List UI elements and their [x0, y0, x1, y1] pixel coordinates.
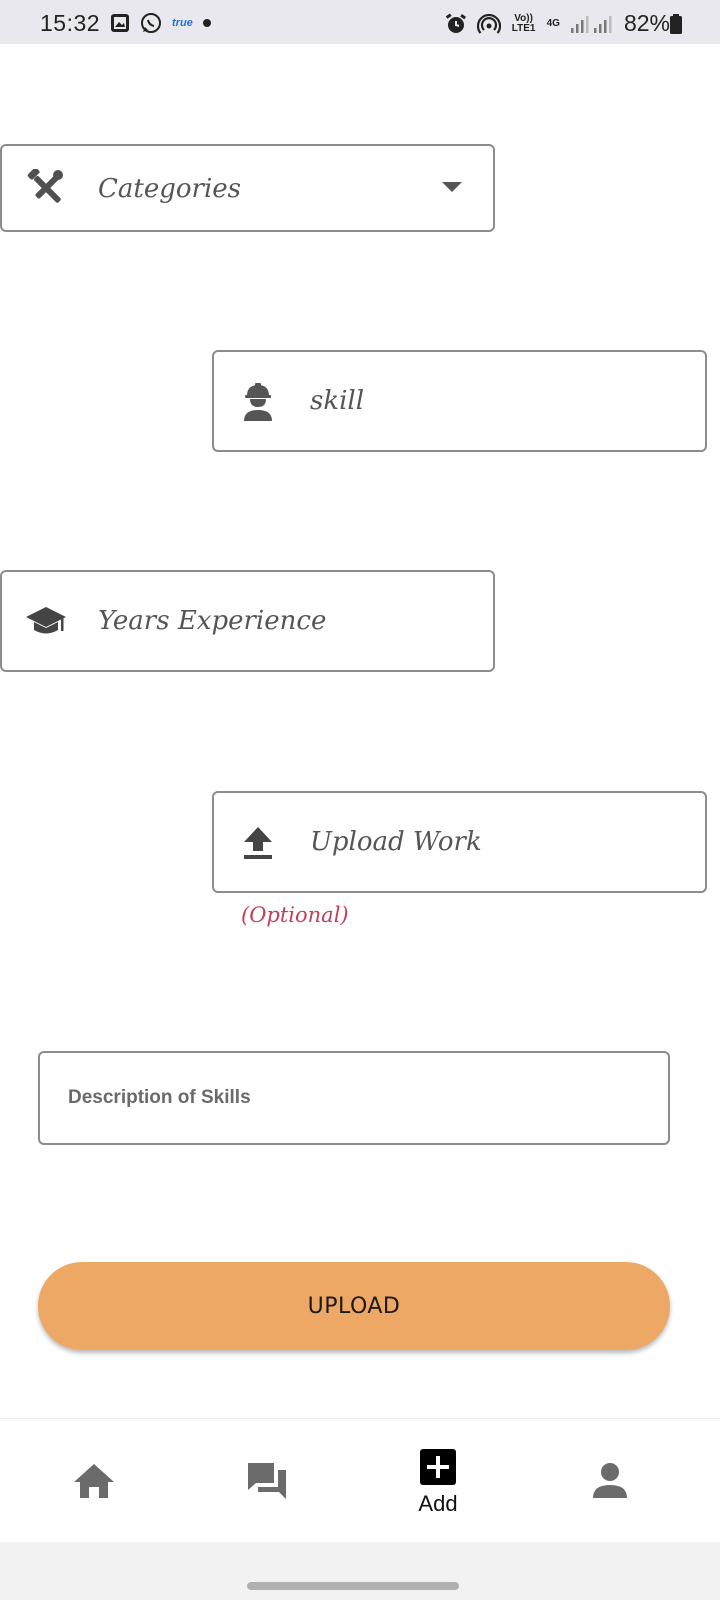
- description-input[interactable]: [40, 1053, 668, 1143]
- worker-icon: [238, 382, 278, 422]
- nav-add[interactable]: Add: [418, 1447, 458, 1517]
- status-bar: 15:32 true Vo)) LTE1 4G 82%: [0, 0, 720, 44]
- gesture-handle[interactable]: [247, 1582, 459, 1590]
- chevron-down-icon: [442, 182, 462, 192]
- upload-icon: [238, 823, 278, 863]
- nav-profile[interactable]: [590, 1461, 630, 1501]
- categories-dropdown[interactable]: Categories: [0, 144, 495, 232]
- description-field[interactable]: [38, 1051, 670, 1145]
- years-experience-label: Years Experience: [98, 606, 327, 636]
- upload-button[interactable]: UPLOAD: [38, 1262, 670, 1350]
- whatsapp-icon: [141, 13, 161, 33]
- upload-work-label: Upload Work: [310, 827, 482, 857]
- skill-label: skill: [310, 386, 365, 416]
- optional-note: (Optional): [241, 903, 349, 927]
- battery-percent: 82%: [623, 10, 670, 36]
- skill-field[interactable]: skill: [212, 350, 707, 452]
- system-nav-area: [0, 1542, 720, 1600]
- nav-add-label: Add: [418, 1491, 458, 1516]
- hotspot-icon: [476, 13, 501, 34]
- graduation-cap-icon: [26, 602, 66, 642]
- status-time: 15:32: [40, 10, 101, 36]
- battery-icon: [670, 14, 682, 34]
- status-right-icons: Vo)) LTE1 4G 82%: [445, 10, 670, 37]
- volte-indicator: Vo)) LTE1: [511, 12, 536, 34]
- years-experience-field[interactable]: Years Experience: [0, 570, 495, 672]
- add-box-icon: [420, 1449, 456, 1485]
- chat-icon: [248, 1463, 286, 1499]
- categories-label: Categories: [98, 174, 241, 204]
- person-icon: [593, 1463, 627, 1498]
- alarm-icon: [445, 12, 466, 33]
- bottom-nav: Add: [0, 1418, 720, 1543]
- signal-icon: [570, 15, 612, 33]
- nav-chat[interactable]: [246, 1459, 290, 1501]
- tools-icon: [26, 168, 66, 208]
- home-icon: [74, 1464, 114, 1498]
- nav-home[interactable]: [72, 1461, 116, 1501]
- carrier-logo: true: [172, 17, 193, 29]
- network-type: 4G: [546, 17, 560, 29]
- gallery-icon: [111, 14, 129, 32]
- notification-dot: [202, 19, 211, 27]
- status-left-icons: true: [110, 12, 211, 34]
- upload-work-field[interactable]: Upload Work: [212, 791, 707, 893]
